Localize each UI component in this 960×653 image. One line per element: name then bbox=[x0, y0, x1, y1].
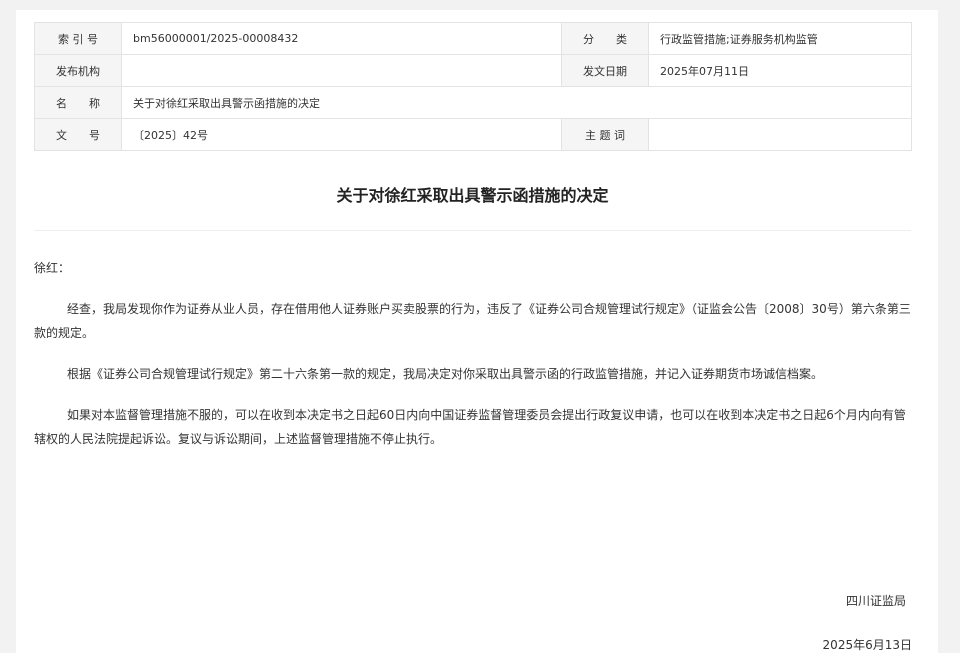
name-value: 关于对徐红采取出具警示函措施的决定 bbox=[121, 86, 912, 119]
category-label: 分 类 bbox=[561, 22, 649, 55]
keywords-value bbox=[648, 118, 912, 151]
docno-label: 文 号 bbox=[34, 118, 122, 151]
publisher-label: 发布机构 bbox=[34, 54, 122, 87]
signature-organization: 四川证监局 bbox=[845, 594, 906, 608]
metadata-row: 索 引 号 bm56000001/2025-00008432 分 类 行政监管措… bbox=[34, 22, 912, 55]
publisher-value bbox=[121, 54, 562, 87]
document-page: 索 引 号 bm56000001/2025-00008432 分 类 行政监管措… bbox=[16, 10, 938, 653]
name-label: 名 称 bbox=[34, 86, 122, 119]
date-label: 发文日期 bbox=[561, 54, 649, 87]
metadata-row: 发布机构 发文日期 2025年07月11日 bbox=[34, 54, 912, 87]
metadata-table: 索 引 号 bm56000001/2025-00008432 分 类 行政监管措… bbox=[34, 22, 912, 151]
index-value: bm56000001/2025-00008432 bbox=[121, 22, 562, 55]
document-body: 徐红： 经查，我局发现你作为证券从业人员，存在借用他人证券账户买卖股票的行为，违… bbox=[34, 256, 914, 468]
paragraph: 根据《证券公司合规管理试行规定》第二十六条第一款的规定，我局决定对你采取出具警示… bbox=[67, 367, 824, 381]
keywords-label: 主 题 词 bbox=[561, 118, 649, 151]
paragraph: 如果对本监督管理措施不服的，可以在收到本决定书之日起60日内向中国证券监督管理委… bbox=[34, 408, 906, 446]
category-value: 行政监管措施;证券服务机构监管 bbox=[648, 22, 912, 55]
metadata-row: 名 称 关于对徐红采取出具警示函措施的决定 bbox=[34, 86, 912, 119]
date-value: 2025年07月11日 bbox=[648, 54, 912, 87]
index-label: 索 引 号 bbox=[34, 22, 122, 55]
paragraph: 经查，我局发现你作为证券从业人员，存在借用他人证券账户买卖股票的行为，违反了《证… bbox=[34, 302, 911, 340]
salutation: 徐红： bbox=[34, 261, 71, 275]
signature-date: 2025年6月13日 bbox=[822, 638, 912, 652]
docno-value: 〔2025〕42号 bbox=[121, 118, 562, 151]
document-title: 关于对徐红采取出具警示函措施的决定 bbox=[336, 186, 609, 205]
title-divider bbox=[34, 230, 911, 231]
metadata-row: 文 号 〔2025〕42号 主 题 词 bbox=[34, 118, 912, 151]
